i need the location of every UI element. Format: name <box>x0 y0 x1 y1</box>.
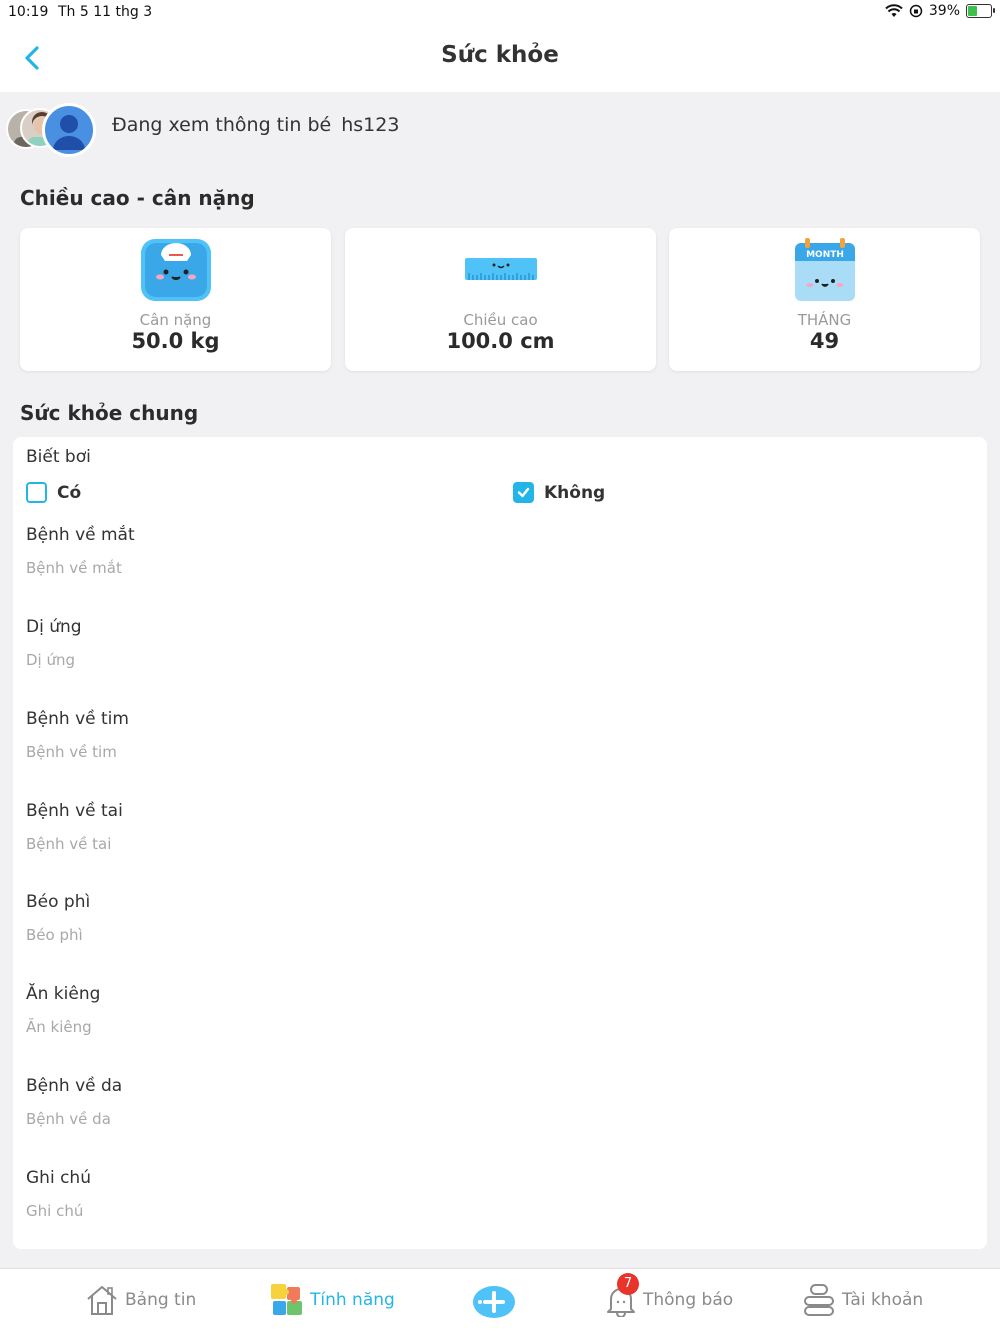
eye-disease-label: Bệnh về mắt <box>26 525 135 545</box>
heart-disease-label: Bệnh về tim <box>26 709 129 729</box>
height-card[interactable]: Chiều cao 100.0 cm <box>345 228 656 371</box>
plus-icon <box>473 1286 515 1318</box>
house-icon <box>87 1286 117 1315</box>
note-input[interactable] <box>26 1202 626 1220</box>
ruler-icon <box>464 258 537 280</box>
wifi-icon <box>885 4 903 17</box>
status-right: 39% <box>885 3 995 19</box>
skin-disease-input[interactable] <box>26 1110 626 1128</box>
obesity-input[interactable] <box>26 926 626 944</box>
height-label: Chiều cao <box>463 311 538 329</box>
growth-section-title: Chiều cao - cân nặng <box>20 186 255 210</box>
status-date: Th 5 11 thg 3 <box>58 4 153 20</box>
heart-disease-input[interactable] <box>26 743 626 761</box>
months-value: 49 <box>809 329 840 353</box>
allergy-input[interactable] <box>26 651 626 669</box>
weight-card[interactable]: Cân nặng 50.0 kg <box>20 228 331 371</box>
calendar-icon: MONTH <box>794 238 855 301</box>
swim-no-label: Không <box>544 482 606 503</box>
nav-notifications-label: Thông báo <box>643 1290 734 1310</box>
allergy-label: Dị ứng <box>26 617 82 637</box>
skin-disease-label: Bệnh về da <box>26 1076 123 1096</box>
nav-news-label: Bảng tin <box>125 1290 197 1310</box>
battery-icon <box>966 4 995 18</box>
nav-item-account[interactable]: Tài khoản <box>802 1283 923 1317</box>
obesity-label: Béo phì <box>26 892 91 912</box>
eye-disease-input[interactable] <box>26 559 626 577</box>
swim-no-checkbox[interactable]: Không <box>513 482 605 503</box>
nav-account-label: Tài khoản <box>842 1290 924 1310</box>
diet-input[interactable] <box>26 1018 626 1036</box>
nav-item-notifications[interactable]: 7 Thông báo <box>605 1273 734 1318</box>
viewing-prefix: Đang xem thông tin bé <box>112 114 332 136</box>
status-time: 10:19 <box>8 4 49 20</box>
avatar[interactable] <box>42 103 96 157</box>
height-value: 100.0 cm <box>446 329 555 353</box>
nav-features-label: Tính năng <box>310 1290 395 1310</box>
health-form: Biết bơi Có Không Bệnh về mắt Dị ứng Bện… <box>13 437 987 1249</box>
calendar-month-text: MONTH <box>806 250 844 260</box>
note-label: Ghi chú <box>26 1168 91 1188</box>
student-name: hs123 <box>341 114 400 136</box>
status-bar: 10:19 Th 5 11 thg 3 39% <box>0 0 1000 26</box>
header: Sức khỏe <box>0 26 1000 92</box>
student-avatars[interactable] <box>6 99 101 157</box>
diet-label: Ăn kiêng <box>26 984 101 1004</box>
bottom-nav: Bảng tin Tính năng 7 Thông báo Tài khoản <box>0 1268 1000 1334</box>
notification-badge: 7 <box>617 1273 639 1295</box>
bell-wrap: 7 <box>605 1273 639 1318</box>
weight-value: 50.0 kg <box>131 329 220 353</box>
ear-disease-input[interactable] <box>26 835 626 853</box>
weight-label: Cân nặng <box>139 311 212 329</box>
page-title: Sức khỏe <box>441 42 559 68</box>
checkbox-unchecked-icon <box>26 482 47 503</box>
nav-item-news[interactable]: Bảng tin <box>85 1283 196 1317</box>
checkbox-checked-icon <box>513 482 534 503</box>
nav-item-features[interactable]: Tính năng <box>270 1283 395 1317</box>
health-section-title: Sức khỏe chung <box>20 401 199 425</box>
viewing-info: Đang xem thông tin bé hs123 <box>0 92 1000 164</box>
ear-disease-label: Bệnh về tai <box>26 801 123 821</box>
months-card[interactable]: MONTH THÁNG 49 <box>669 228 980 371</box>
orientation-lock-icon <box>909 4 923 18</box>
months-label: THÁNG <box>797 311 852 329</box>
viewing-text: Đang xem thông tin bé hs123 <box>112 114 399 136</box>
nav-item-add[interactable] <box>472 1285 516 1319</box>
account-icon <box>804 1284 834 1316</box>
battery-percent: 39% <box>928 3 960 19</box>
swim-yes-checkbox[interactable]: Có <box>26 482 81 503</box>
swim-yes-label: Có <box>57 482 82 503</box>
swim-label: Biết bơi <box>26 447 91 467</box>
puzzle-icon <box>271 1284 302 1315</box>
scale-icon <box>140 239 211 301</box>
